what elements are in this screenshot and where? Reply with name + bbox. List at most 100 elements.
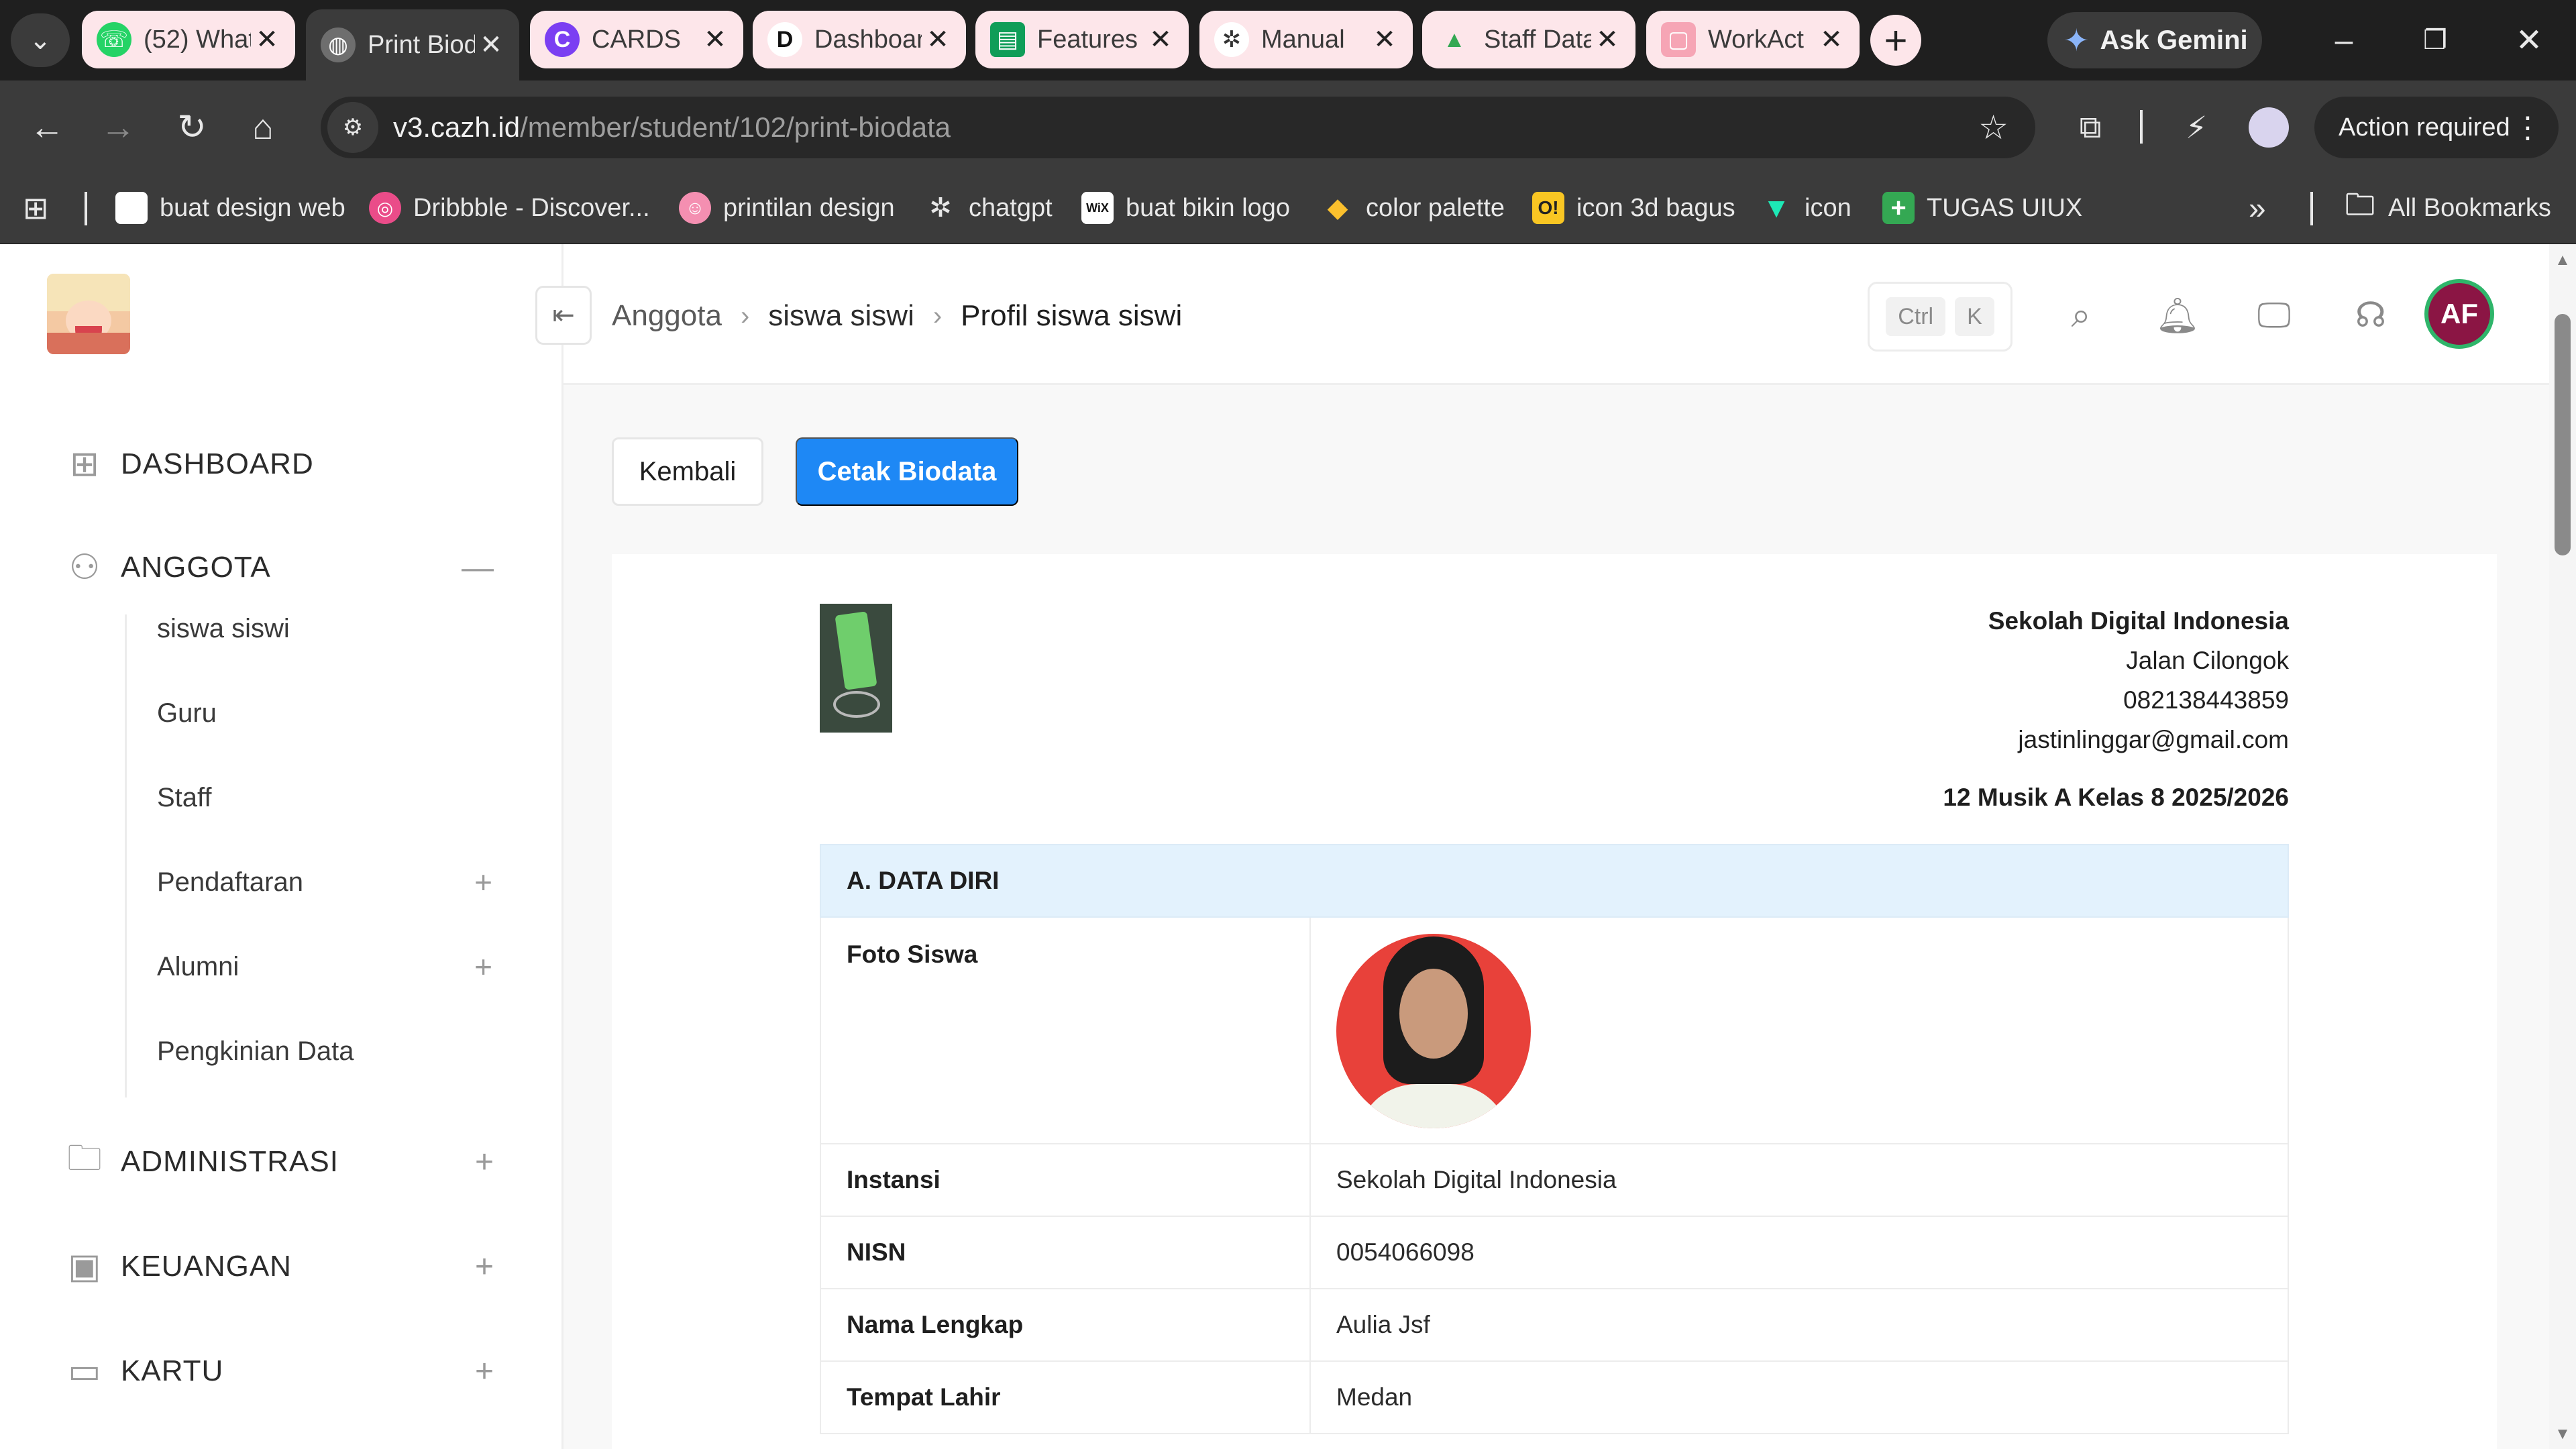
bookmark-item[interactable]: WiX buat bikin logo <box>1081 189 1290 227</box>
sidebar-subitem-siswa-siswi[interactable]: siswa siswi <box>157 605 492 652</box>
submenu-guide-line <box>125 614 127 1097</box>
scroll-up-icon[interactable]: ▲ <box>2555 251 2571 270</box>
action-required-button[interactable]: Action required ⋮ <box>2314 97 2559 158</box>
bell-icon[interactable]: 🔔︎ <box>2151 288 2204 342</box>
back-button[interactable]: ← <box>23 103 71 152</box>
bookmark-label: buat design web <box>160 193 345 222</box>
tab-dashboard[interactable]: D Dashboard ✕ <box>753 11 966 68</box>
face-icon: ☺ <box>679 192 711 224</box>
monitor-icon[interactable]: 🖵 <box>2247 288 2301 342</box>
drive-icon: ▲ <box>1437 22 1472 57</box>
expand-icon[interactable]: + <box>475 1144 494 1181</box>
tab-manual[interactable]: ✲ Manual ✕ <box>1199 11 1413 68</box>
avatar[interactable]: AF <box>2424 279 2494 349</box>
tab-title: Manual <box>1261 25 1345 54</box>
app-logo[interactable] <box>47 274 130 354</box>
sidebar-subitem-staff[interactable]: Staff <box>157 774 492 821</box>
collapse-icon[interactable]: — <box>462 549 494 586</box>
sidebar-item-administrasi[interactable]: 🗀 ADMINISTRASI + <box>64 1135 494 1189</box>
star-icon[interactable]: ☆ <box>1978 108 2008 147</box>
bookmark-item[interactable]: ✲ chatgpt <box>924 189 1052 227</box>
collapse-sidebar-button[interactable]: ⇤ <box>535 286 592 345</box>
print-biodata-button[interactable]: Cetak Biodata <box>796 437 1018 506</box>
close-icon[interactable]: ✕ <box>1371 24 1398 55</box>
sidebar-subitem-guru[interactable]: Guru <box>157 690 492 737</box>
close-icon[interactable]: ✕ <box>924 24 951 55</box>
tab-search-button[interactable]: ⌄ <box>11 13 70 67</box>
bookmark-item[interactable]: ▼ icon <box>1760 189 1851 227</box>
page-scrollbar[interactable]: ▲ ▼ <box>2549 244 2576 1449</box>
close-icon[interactable]: ✕ <box>1147 24 1174 55</box>
tab-title: Dashboard <box>814 25 922 54</box>
tab-whatsapp[interactable]: ☏ (52) WhatsApp ✕ <box>82 11 295 68</box>
command-search-shortcut[interactable]: Ctrl K <box>1868 282 2012 352</box>
sidebar-item-label: ADMINISTRASI <box>121 1145 339 1178</box>
tab-workact[interactable]: ▢ WorkAct ✕ <box>1646 11 1860 68</box>
site-info-icon[interactable]: ⚙ <box>327 102 378 153</box>
ask-gemini-button[interactable]: ✦ Ask Gemini <box>2047 12 2262 68</box>
bookmark-item[interactable]: ☺ printilan design <box>679 189 895 227</box>
minimize-button[interactable]: – <box>2310 13 2377 67</box>
sidebar-subitem-alumni[interactable]: Alumni + <box>157 943 492 990</box>
expand-icon[interactable]: + <box>475 1248 494 1285</box>
reload-button[interactable]: ↻ <box>168 103 216 152</box>
browser-profile-avatar[interactable] <box>2249 107 2289 148</box>
search-icon[interactable]: ⌕ <box>2054 288 2108 342</box>
folder-icon: 🗀 <box>2345 188 2375 221</box>
performance-icon[interactable]: ⚡ <box>2172 103 2220 152</box>
scrollbar-thumb[interactable] <box>2555 314 2571 555</box>
sidebar-item-kartu[interactable]: ▭ KARTU + <box>64 1344 494 1398</box>
main-content: ⇤ Anggota › siswa siswi › Profil siswa s… <box>535 244 2549 1449</box>
tab-features[interactable]: ▤ Features ✕ <box>975 11 1189 68</box>
home-button[interactable]: ⌂ <box>239 103 287 152</box>
bookmark-item[interactable]: + TUGAS UIUX <box>1882 189 2082 227</box>
extensions-icon[interactable]: ⧉ <box>2066 103 2114 152</box>
school-name: Sekolah Digital Indonesia <box>1988 607 2289 635</box>
expand-icon[interactable]: + <box>475 1353 494 1390</box>
close-icon[interactable]: ✕ <box>1594 24 1621 55</box>
bookmark-item[interactable]: ◎ Dribbble - Discover... <box>369 189 650 227</box>
globe-icon: ◍ <box>321 28 356 62</box>
key-k: K <box>1955 297 1994 336</box>
scroll-down-icon[interactable]: ▼ <box>2555 1425 2571 1444</box>
bookmark-label: printilan design <box>723 193 895 222</box>
headset-icon[interactable]: ☊ <box>2344 288 2398 342</box>
close-window-button[interactable]: ✕ <box>2496 13 2563 67</box>
sidebar-item-keuangan[interactable]: ▣ KEUANGAN + <box>64 1240 494 1293</box>
expand-icon[interactable]: + <box>474 949 492 985</box>
chevron-right-icon: › <box>932 301 943 331</box>
sidebar-subitem-pengkinian-data[interactable]: Pengkinian Data <box>157 1028 492 1075</box>
bookmark-divider <box>2310 192 2313 225</box>
sidebar-item-dashboard[interactable]: ⊞ DASHBOARD <box>64 437 494 491</box>
bookmark-item[interactable]: ◆ color palette <box>1322 189 1505 227</box>
forward-button[interactable]: → <box>94 103 142 152</box>
close-icon[interactable]: ✕ <box>702 24 729 55</box>
bookmarks-bar: ⊞ buat design web ◎ Dribbble - Discover.… <box>0 172 2576 244</box>
apps-button[interactable]: ⊞ <box>23 189 49 227</box>
bookmark-item[interactable]: buat design web <box>115 189 345 227</box>
restore-button[interactable]: ❐ <box>2402 13 2469 67</box>
bookmark-label: buat bikin logo <box>1126 193 1291 222</box>
expand-icon[interactable]: + <box>474 864 492 900</box>
all-bookmarks-button[interactable]: 🗀 All Bookmarks <box>2344 189 2551 227</box>
close-icon[interactable]: ✕ <box>1818 24 1845 55</box>
bookmark-item[interactable]: O! icon 3d bagus <box>1532 189 1735 227</box>
breadcrumb-anggota[interactable]: Anggota <box>612 299 722 333</box>
sheets-icon: ▤ <box>990 22 1025 57</box>
breadcrumb-siswa-siswi[interactable]: siswa siswi <box>768 299 914 333</box>
sidebar-subitem-pendaftaran[interactable]: Pendaftaran + <box>157 859 492 906</box>
more-bookmarks-button[interactable]: » <box>2249 189 2266 227</box>
bookmark-label: Dribbble - Discover... <box>413 193 650 222</box>
new-tab-button[interactable]: + <box>1870 15 1921 66</box>
close-icon[interactable]: ✕ <box>478 30 504 60</box>
close-icon[interactable]: ✕ <box>254 24 280 55</box>
back-button[interactable]: Kembali <box>612 437 763 506</box>
sidebar-item-anggota[interactable]: ⚇ ANGGOTA — <box>64 541 494 594</box>
tab-cards[interactable]: C CARDS ✕ <box>530 11 743 68</box>
tab-print-biodata[interactable]: ◍ Print Biodata ✕ <box>306 9 519 80</box>
address-bar[interactable]: ⚙ v3.cazh.id/member/student/102/print-bi… <box>321 97 2035 158</box>
plus-icon: + <box>1882 192 1915 224</box>
tab-staff-data[interactable]: ▲ Staff Data ✕ <box>1422 11 1635 68</box>
tab-title: Print Biodata <box>368 30 475 59</box>
sidebar-item-label: ANGGOTA <box>121 551 271 584</box>
